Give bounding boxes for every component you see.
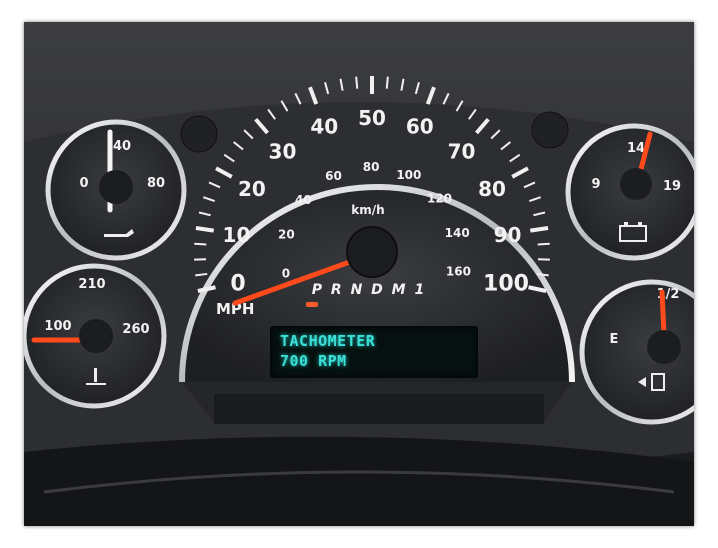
driver-info-display: TACHOMETER 700 RPM bbox=[270, 326, 478, 378]
gear-indicator: P R N D M 1 bbox=[312, 282, 426, 298]
mph-tick-label: 30 bbox=[269, 139, 297, 163]
voltmeter-gauge: 9 14 19 bbox=[565, 123, 694, 261]
speedometer-visor bbox=[214, 394, 544, 424]
cluster-drawing: 010203040 50 60708090100 02040608010012014… bbox=[24, 22, 694, 526]
oil-gauge-label-low: 0 bbox=[79, 176, 88, 191]
kmh-tick-label: 120 bbox=[427, 192, 452, 206]
fuel-gauge-hub bbox=[647, 330, 681, 364]
park-indicator-light bbox=[306, 302, 318, 307]
display-line-1: TACHOMETER bbox=[280, 332, 376, 350]
speedometer-tick bbox=[355, 76, 359, 89]
kmh-tick-label: 100 bbox=[396, 168, 421, 182]
temp-gauge-hub bbox=[79, 319, 113, 353]
mph-tick-label: 10 bbox=[223, 223, 251, 247]
oil-gauge-label-mid: 40 bbox=[113, 139, 131, 154]
kmh-tick-label: 60 bbox=[325, 169, 342, 183]
left-trip-knob bbox=[180, 115, 218, 153]
fuel-gauge-needle bbox=[659, 289, 667, 337]
speedometer-hub bbox=[346, 226, 398, 278]
mph-tick-label: 70 bbox=[448, 139, 476, 163]
temp-gauge-label-mid: 210 bbox=[78, 277, 105, 292]
mph-tick-label: 90 bbox=[494, 223, 522, 247]
mph-tick-label: 0 bbox=[230, 271, 245, 296]
oil-pressure-gauge: 0 40 80 bbox=[45, 119, 187, 261]
mph-tick-label: 50 bbox=[358, 106, 386, 130]
kmh-tick-label: 20 bbox=[278, 228, 295, 242]
coolant-temperature-gauge: 100 210 260 bbox=[24, 263, 167, 409]
volt-gauge-label-high: 19 bbox=[663, 179, 681, 194]
mph-tick-label: 60 bbox=[406, 115, 434, 139]
kmh-tick-label: 160 bbox=[446, 265, 471, 279]
photo-frame: 0 10 20 30 40 50 60 70 80 90 100 0 20 40 60 80 100 120 14… bbox=[0, 0, 718, 548]
kmh-tick-label: 0 bbox=[282, 266, 290, 280]
temp-gauge-label-high: 260 bbox=[122, 322, 149, 337]
fuel-gauge-label-empty: E bbox=[610, 332, 619, 347]
oil-gauge-label-high: 80 bbox=[147, 176, 165, 191]
display-line-2: 700 RPM bbox=[280, 352, 347, 370]
fuel-gauge: E 1/2 bbox=[579, 279, 694, 425]
mph-tick-label: 20 bbox=[238, 177, 266, 201]
volt-gauge-label-low: 9 bbox=[591, 177, 600, 192]
speedometer-tick bbox=[195, 226, 215, 233]
oil-gauge-hub bbox=[99, 170, 133, 204]
kmh-tick-label: 140 bbox=[445, 226, 470, 240]
kmh-tick-label: 40 bbox=[295, 193, 312, 207]
right-trip-knob bbox=[531, 111, 569, 149]
volt-gauge-hub bbox=[620, 168, 652, 200]
kmh-tick-label: 80 bbox=[363, 160, 380, 174]
speedometer-tick bbox=[529, 226, 549, 233]
mph-tick-label: 100 bbox=[483, 271, 529, 296]
volt-gauge-label-mid: 14 bbox=[627, 141, 645, 156]
instrument-cluster-photo: 0 10 20 30 40 50 60 70 80 90 100 0 20 40 60 80 100 120 14… bbox=[24, 22, 694, 526]
temp-gauge-label-low: 100 bbox=[44, 319, 71, 334]
speedometer-tick bbox=[385, 76, 389, 89]
mph-tick-label: 80 bbox=[478, 177, 506, 201]
kmh-unit-label: km/h bbox=[351, 203, 384, 217]
mph-tick-label: 40 bbox=[310, 115, 338, 139]
speedometer-tick bbox=[194, 242, 207, 246]
speedometer-tick bbox=[537, 242, 550, 246]
